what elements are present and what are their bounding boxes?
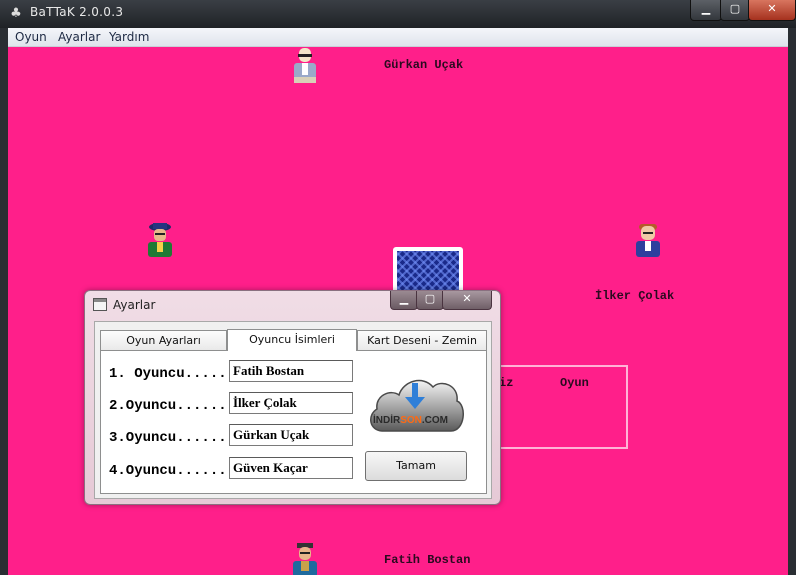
menu-bar: Oyun Ayarlar Yardım (8, 28, 788, 47)
menu-ayarlar[interactable]: Ayarlar (58, 30, 100, 44)
dialog-maximize-button[interactable]: ▢ (416, 291, 444, 310)
tab-panel-player-names: 1. Oyuncu..... 2.Oyuncu....... 3.Oyuncu.… (100, 350, 487, 494)
close-button[interactable]: ✕ (748, 0, 796, 21)
tab-kart-deseni-zemin[interactable]: Kart Deseni - Zemin (357, 330, 487, 350)
logo-text-3: .COM (422, 415, 448, 426)
player-3-input[interactable] (229, 424, 353, 446)
player-2-label: 2.Oyuncu....... (109, 398, 236, 414)
window-title: BaTTaK 2.0.0.3 (30, 5, 124, 19)
ok-button[interactable]: Tamam (365, 451, 467, 481)
player-4-input[interactable] (229, 457, 353, 479)
menu-yardim[interactable]: Yardım (109, 30, 149, 44)
player-right-avatar (631, 221, 665, 257)
player-4-label: 4.Oyuncu....... (109, 463, 236, 479)
logo-text-1: İNDİR (373, 413, 401, 426)
score-label-left: iz (499, 376, 514, 390)
settings-dialog: Ayarlar ▁ ▢ ✕ Oyun Ayarları Oyuncu İsiml… (84, 290, 501, 505)
player-top-name: Gürkan Uçak (384, 58, 464, 72)
tab-oyun-ayarlari[interactable]: Oyun Ayarları (100, 330, 227, 350)
player-bottom-avatar (288, 541, 322, 575)
maximize-button[interactable]: ▢ (720, 0, 750, 21)
score-label-right: Oyun (560, 376, 589, 390)
player-3-label: 3.Oyuncu....... (109, 430, 236, 446)
minimize-button[interactable]: ▁ (690, 0, 722, 21)
logo-text-2: SON (400, 415, 422, 426)
indirson-logo: İNDİRSON.COM (365, 369, 467, 439)
dialog-window-icon (93, 298, 107, 311)
player-bottom-name: Fatih Bostan (384, 553, 471, 567)
player-right-name: İlker Çolak (595, 289, 675, 303)
player-1-label: 1. Oyuncu..... (109, 366, 227, 382)
dialog-title: Ayarlar (113, 298, 156, 312)
dialog-minimize-button[interactable]: ▁ (390, 291, 418, 310)
tab-oyuncu-isimleri[interactable]: Oyuncu İsimleri (227, 329, 357, 351)
svg-text:İNDİRSON.COM: İNDİRSON.COM (373, 413, 448, 426)
player-2-input[interactable] (229, 392, 353, 414)
app-icon: ♣ (10, 6, 22, 21)
dialog-close-button[interactable]: ✕ (442, 291, 492, 310)
menu-oyun[interactable]: Oyun (15, 30, 47, 44)
title-bar[interactable]: ♣ BaTTaK 2.0.0.3 ▁ ▢ ✕ (0, 0, 796, 28)
player-top-avatar (288, 47, 322, 83)
dialog-body: Oyun Ayarları Oyuncu İsimleri Kart Desen… (94, 321, 492, 499)
player-1-input[interactable] (229, 360, 353, 382)
player-left-avatar (143, 221, 177, 257)
